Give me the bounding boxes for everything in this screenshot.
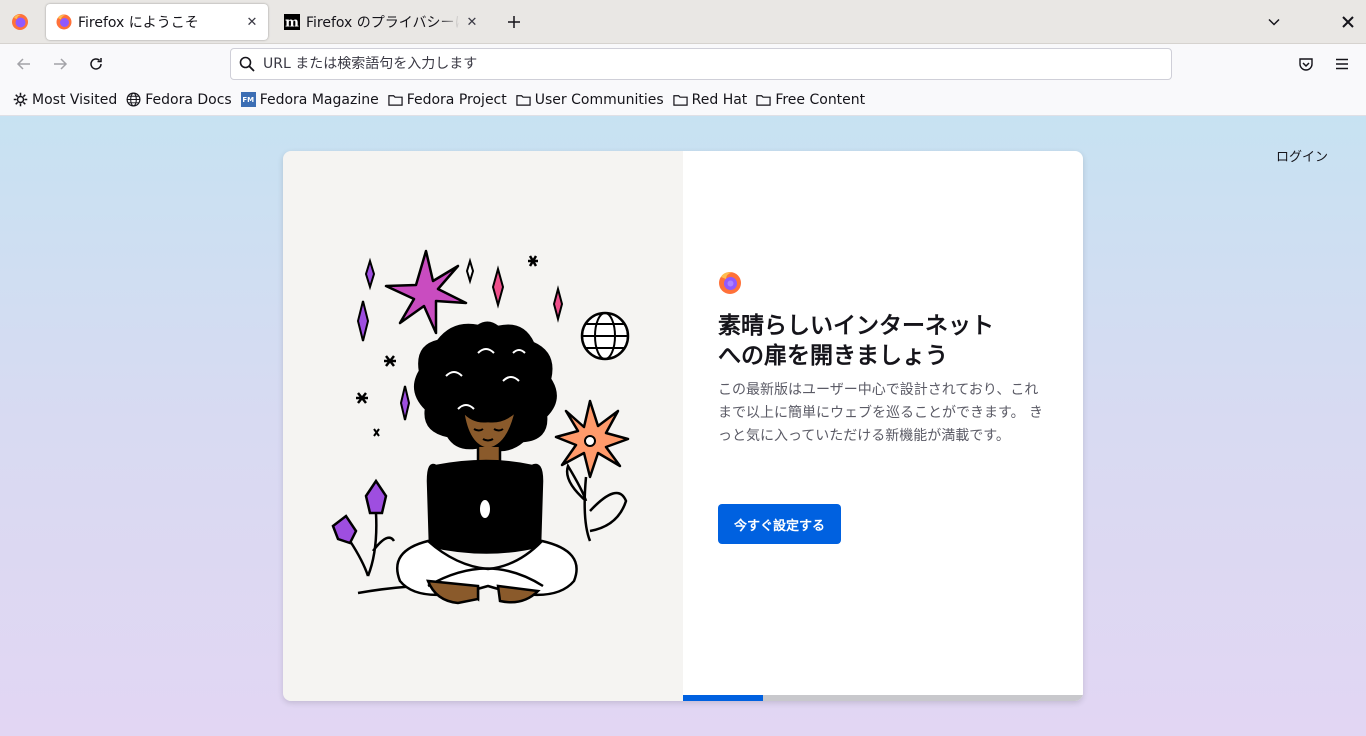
login-link[interactable]: ログイン: [1276, 146, 1328, 165]
firefox-logo-icon: [719, 272, 741, 294]
bookmark-label: Fedora Docs: [145, 91, 232, 108]
bookmark-label: Fedora Project: [406, 91, 507, 108]
new-tab-button[interactable]: [502, 10, 526, 34]
close-tab-icon[interactable]: ✕: [460, 10, 484, 34]
hamburger-menu-icon: [1336, 58, 1348, 70]
pocket-button[interactable]: [1294, 52, 1318, 76]
bookmark-label: Free Content: [775, 91, 866, 108]
firefox-view-button[interactable]: [4, 6, 36, 38]
bookmark-red-hat[interactable]: Red Hat: [670, 87, 751, 113]
firefox-icon: [12, 14, 28, 30]
tab-strip: Firefox にようこそ ✕ m Firefox のプライバシーに関する ✕: [0, 0, 1366, 44]
person-with-laptop-illustration: [331, 249, 630, 605]
page-content: ログイン 素晴らしいインターネット への扉を開きましょう この最新版はユーザー中…: [0, 116, 1366, 736]
bookmark-most-visited[interactable]: Most Visited: [10, 87, 120, 113]
bookmark-user-communities[interactable]: User Communities: [513, 87, 667, 113]
forward-button[interactable]: [48, 52, 72, 76]
url-input[interactable]: [263, 56, 1143, 72]
gear-icon: [13, 92, 28, 107]
onboarding-card: 素晴らしいインターネット への扉を開きましょう この最新版はユーザー中心で設計さ…: [283, 151, 1083, 701]
welcome-heading: 素晴らしいインターネット への扉を開きましょう: [718, 311, 1058, 371]
pocket-icon: [1299, 58, 1313, 71]
fm-logo-icon: FM: [240, 92, 256, 107]
svg-text:m: m: [285, 16, 299, 31]
bookmark-label: Fedora Magazine: [259, 91, 379, 108]
onboarding-progress-bar: [683, 695, 1083, 701]
bookmark-label: Most Visited: [32, 91, 118, 108]
folder-icon: [672, 94, 688, 106]
bookmark-label: User Communities: [534, 91, 664, 108]
app-menu-button[interactable]: [1330, 52, 1354, 76]
arrow-right-icon: [54, 58, 68, 70]
welcome-description: この最新版はユーザー中心で設計されており、これまで以上に簡単にウェブを巡ることが…: [718, 382, 1044, 444]
list-all-tabs-button[interactable]: [1262, 10, 1286, 34]
close-tab-icon[interactable]: ✕: [240, 10, 264, 34]
heading-line-1: 素晴らしいインターネット: [718, 313, 994, 339]
bookmark-fedora-project[interactable]: Fedora Project: [385, 87, 510, 113]
tab-welcome[interactable]: Firefox にようこそ ✕: [46, 4, 268, 40]
back-button[interactable]: [12, 52, 36, 76]
progress-fill: [683, 695, 763, 701]
bookmark-free-content[interactable]: Free Content: [753, 87, 868, 113]
folder-icon: [388, 94, 403, 106]
tab-privacy[interactable]: m Firefox のプライバシーに関する ✕: [274, 4, 488, 40]
close-icon: [1342, 16, 1354, 28]
tab-title: Firefox のプライバシーに関する: [306, 15, 460, 31]
bookmarks-toolbar: Most Visited Fedora Docs FM Fedora Magaz…: [0, 84, 1366, 116]
chevron-down-icon: [1268, 18, 1280, 26]
content-panel: 素晴らしいインターネット への扉を開きましょう この最新版はユーザー中心で設計さ…: [683, 151, 1083, 701]
reload-icon: [90, 58, 102, 70]
bookmark-fedora-magazine[interactable]: FM Fedora Magazine: [238, 87, 382, 113]
close-window-button[interactable]: [1336, 10, 1360, 34]
tab-title: Firefox にようこそ: [78, 15, 199, 31]
illustration-panel: [283, 151, 683, 701]
globe-icon: [126, 92, 141, 107]
navigation-toolbar: [0, 44, 1366, 84]
reload-button[interactable]: [84, 52, 108, 76]
folder-icon: [516, 94, 531, 106]
plus-icon: [508, 16, 520, 28]
folder-icon: [756, 94, 771, 106]
mozilla-m-icon: m: [284, 14, 300, 30]
bookmark-label: Red Hat: [691, 91, 748, 108]
heading-line-2: への扉を開きましょう: [718, 343, 948, 369]
arrow-left-icon: [16, 58, 30, 70]
bookmark-fedora-docs[interactable]: Fedora Docs: [123, 87, 234, 113]
get-started-button[interactable]: 今すぐ設定する: [718, 504, 841, 544]
firefox-icon: [56, 14, 72, 30]
search-icon: [239, 56, 255, 72]
url-bar[interactable]: [230, 48, 1172, 80]
